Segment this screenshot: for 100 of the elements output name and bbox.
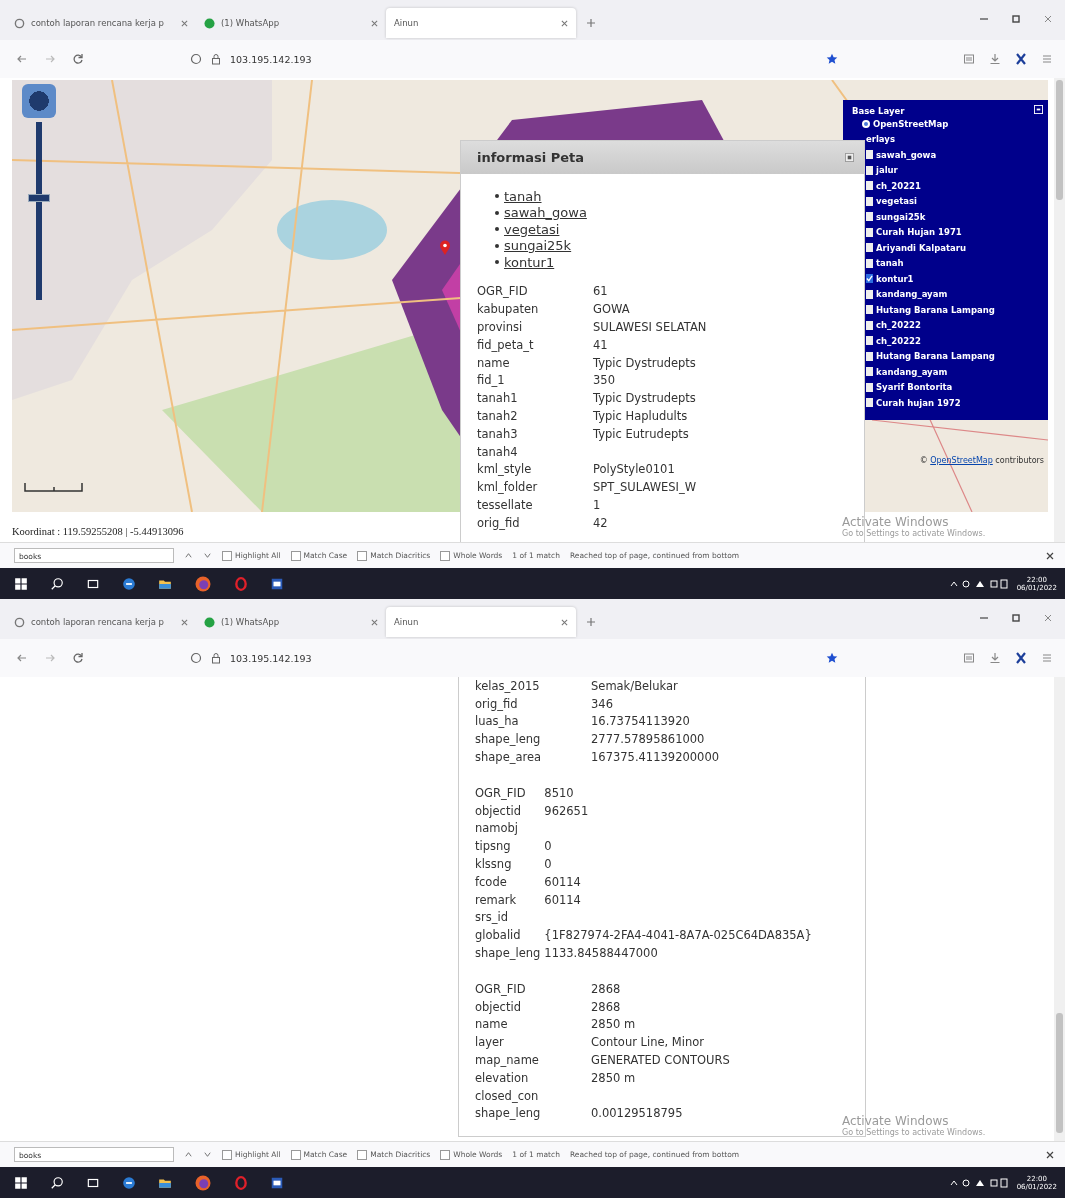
layer-radio[interactable] xyxy=(862,119,870,128)
back-icon[interactable] xyxy=(16,652,28,664)
option-checkbox[interactable] xyxy=(357,550,368,561)
layer-label[interactable]: Curah Hujan 1971 xyxy=(876,227,962,238)
reader-icon[interactable] xyxy=(963,652,975,664)
edge-e-icon[interactable] xyxy=(122,576,136,591)
ring-icon[interactable] xyxy=(234,1175,248,1190)
layer-label[interactable]: ch_20221 xyxy=(876,180,921,191)
scrollbar[interactable] xyxy=(1054,78,1065,542)
layer-label[interactable]: vegetasi xyxy=(876,196,917,207)
close-tab-icon[interactable] xyxy=(561,19,568,27)
layer-checkbox[interactable] xyxy=(866,165,873,175)
layer-label[interactable]: Curah hujan 1972 xyxy=(876,397,961,408)
layer-link[interactable]: sawah_gowa xyxy=(504,205,587,221)
option-checkbox[interactable] xyxy=(290,550,301,561)
browser-tab[interactable]: Ainun xyxy=(386,8,576,38)
close-tab-icon[interactable] xyxy=(181,19,188,27)
layer-checkbox[interactable] xyxy=(866,227,873,237)
layer-label[interactable]: Hutang Barana Lampang xyxy=(876,304,995,315)
layer-label[interactable]: kandang_ayam xyxy=(876,366,948,377)
layer-checkbox[interactable] xyxy=(866,289,873,299)
layer-label[interactable]: Syarif Bontorita xyxy=(876,382,953,393)
layer-checkbox[interactable] xyxy=(866,382,873,392)
address-bar[interactable]: 103.195.142.193 xyxy=(190,53,810,65)
pan-control[interactable] xyxy=(22,84,56,118)
layer-label[interactable]: Ariyandi Kalpataru xyxy=(876,242,967,253)
search-icon[interactable] xyxy=(50,1175,64,1190)
close-tab-icon[interactable] xyxy=(371,19,378,27)
reload-icon[interactable] xyxy=(72,53,84,65)
restore-icon[interactable] xyxy=(1011,14,1021,24)
edge-e-icon[interactable] xyxy=(122,1175,136,1190)
download-icon[interactable] xyxy=(989,53,1001,65)
extension-x-icon[interactable] xyxy=(1015,652,1027,664)
bookmark-star-icon[interactable] xyxy=(826,652,838,664)
firefox-circle-icon[interactable] xyxy=(194,1173,212,1192)
new-tab-icon[interactable] xyxy=(586,18,596,28)
layer-checkbox[interactable] xyxy=(866,212,873,222)
ring-icon[interactable] xyxy=(234,576,248,591)
option-checkbox[interactable] xyxy=(222,550,232,561)
bookmark-star-icon[interactable] xyxy=(826,53,838,65)
close-tab-icon[interactable] xyxy=(181,618,188,626)
windows-logo-icon[interactable] xyxy=(14,1175,28,1190)
reload-icon[interactable] xyxy=(72,652,84,664)
next-caret-icon[interactable] xyxy=(203,1150,212,1159)
layer-checkbox[interactable] xyxy=(866,274,873,284)
search-icon[interactable] xyxy=(50,576,64,591)
openstreetmap-link[interactable]: OpenStreetMap xyxy=(930,456,993,465)
layer-link[interactable]: sungai25k xyxy=(504,238,572,254)
address-bar[interactable]: 103.195.142.193 xyxy=(190,652,810,664)
zoom-handle[interactable] xyxy=(28,194,50,203)
back-icon[interactable] xyxy=(16,53,28,65)
tray-icons[interactable] xyxy=(948,1176,1009,1189)
layer-checkbox[interactable] xyxy=(866,367,873,377)
previous-caret-icon[interactable] xyxy=(184,1150,193,1159)
scrollbar[interactable] xyxy=(1054,677,1065,1141)
layer-link[interactable]: tanah xyxy=(504,188,542,204)
new-tab-icon[interactable] xyxy=(586,617,596,627)
document-icon[interactable] xyxy=(270,1175,284,1190)
close-icon[interactable] xyxy=(1045,550,1055,561)
layer-checkbox[interactable] xyxy=(866,196,873,206)
browser-tab[interactable]: Ainun xyxy=(386,607,576,637)
close-tab-icon[interactable] xyxy=(561,618,568,626)
firefox-circle-icon[interactable] xyxy=(194,574,212,593)
minimize-panel-icon[interactable] xyxy=(1034,105,1043,114)
layer-checkbox[interactable] xyxy=(866,243,873,253)
option-checkbox[interactable] xyxy=(440,1149,451,1160)
extension-x-icon[interactable] xyxy=(1015,53,1027,65)
browser-tab[interactable]: (1) WhatsApp xyxy=(196,607,386,637)
layer-link[interactable]: kontur1 xyxy=(504,254,555,270)
next-caret-icon[interactable] xyxy=(203,551,212,560)
layer-label[interactable]: kandang_ayam xyxy=(876,289,948,300)
layer-label[interactable]: jalur xyxy=(876,165,898,176)
browser-tab[interactable]: contoh laporan rencana kerja p xyxy=(6,8,196,38)
browser-tab[interactable]: contoh laporan rencana kerja p xyxy=(6,607,196,637)
layer-label[interactable]: ch_20222 xyxy=(876,320,921,331)
option-checkbox[interactable] xyxy=(440,550,451,561)
layer-checkbox[interactable] xyxy=(866,258,873,268)
close-icon[interactable] xyxy=(1045,1149,1055,1160)
download-icon[interactable] xyxy=(989,652,1001,664)
layer-checkbox[interactable] xyxy=(866,398,873,408)
layer-label[interactable]: ch_20222 xyxy=(876,335,921,346)
layer-checkbox[interactable] xyxy=(866,351,873,361)
layer-checkbox[interactable] xyxy=(866,150,873,160)
layer-checkbox[interactable] xyxy=(866,181,873,191)
browser-tab[interactable]: (1) WhatsApp xyxy=(196,8,386,38)
restore-icon[interactable] xyxy=(1011,613,1021,623)
document-icon[interactable] xyxy=(270,576,284,591)
option-checkbox[interactable] xyxy=(290,1149,301,1160)
layer-label[interactable]: OpenStreetMap xyxy=(873,118,949,129)
reader-icon[interactable] xyxy=(963,53,975,65)
previous-caret-icon[interactable] xyxy=(184,551,193,560)
layer-checkbox[interactable] xyxy=(866,336,873,346)
layer-label[interactable]: sungai25k xyxy=(876,211,926,222)
layer-label[interactable]: kontur1 xyxy=(876,273,914,284)
layer-label[interactable]: Hutang Barana Lampang xyxy=(876,351,995,362)
layer-checkbox[interactable] xyxy=(866,320,873,330)
layer-label[interactable]: tanah xyxy=(876,258,904,269)
layer-link[interactable]: vegetasi xyxy=(504,221,560,237)
option-checkbox[interactable] xyxy=(357,1149,368,1160)
close-icon[interactable] xyxy=(845,153,854,162)
